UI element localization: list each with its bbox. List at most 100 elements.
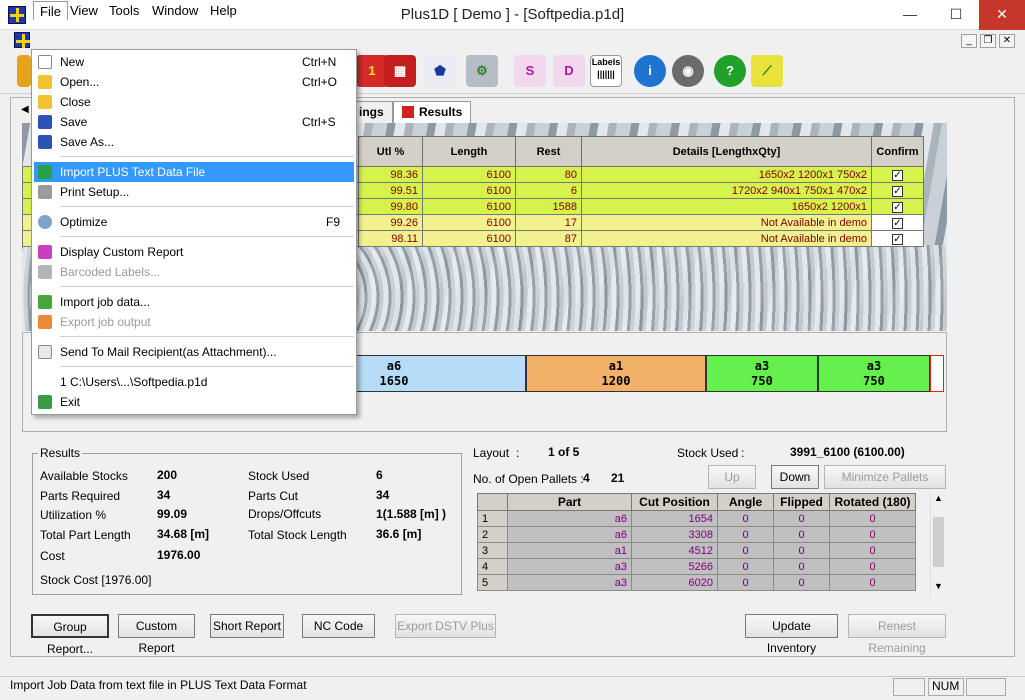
cell-angle: 0 — [717, 574, 774, 591]
menu-separator — [60, 236, 354, 237]
menu-view[interactable]: View — [64, 1, 104, 20]
value: 34 — [376, 488, 390, 502]
maximize-button[interactable]: ☐ — [933, 0, 979, 30]
col-utl[interactable]: Utl % — [358, 136, 423, 167]
menu-save[interactable]: Save Ctrl+S — [34, 112, 354, 132]
mdi-close-button[interactable]: ✕ — [999, 34, 1015, 48]
menu-save-as[interactable]: Save As... — [34, 132, 354, 152]
app-icon[interactable] — [8, 6, 26, 24]
short-report-icon[interactable]: S — [514, 55, 546, 87]
save-disk-icon — [38, 115, 52, 129]
cell-flipped: 0 — [773, 542, 830, 559]
nc-code-button[interactable]: NC Code — [302, 614, 375, 638]
confirm-checkbox[interactable]: ✓ — [892, 185, 903, 197]
col-rotated[interactable]: Rotated (180) — [829, 493, 916, 511]
minimize-button[interactable]: — — [887, 0, 933, 30]
detail-report-icon[interactable]: D — [553, 55, 585, 87]
mdi-restore-button[interactable]: ❐ — [980, 34, 996, 48]
up-button[interactable]: Up — [708, 465, 756, 489]
info-icon[interactable]: i — [634, 55, 666, 87]
down-button[interactable]: Down — [771, 465, 819, 489]
renest-remaining-button[interactable]: Renest Remaining — [848, 614, 946, 655]
label: Cost — [40, 549, 65, 563]
menu-new[interactable]: New Ctrl+N — [34, 52, 354, 72]
col-confirm[interactable]: Confirm — [871, 136, 924, 167]
menu-exit[interactable]: Exit — [34, 392, 354, 412]
minimize-pallets-button[interactable]: Minimize Pallets — [824, 465, 946, 489]
menu-file[interactable]: File — [33, 1, 68, 20]
cell-angle: 0 — [717, 526, 774, 543]
menu-help[interactable]: Help — [204, 1, 243, 20]
new-tool-icon[interactable] — [17, 55, 31, 87]
confirm-checkbox[interactable]: ✓ — [892, 201, 903, 213]
row-index: 2 — [477, 526, 508, 543]
short-report-button[interactable]: Short Report — [210, 614, 284, 638]
menu-import-job[interactable]: Import job data... — [34, 292, 354, 312]
doc-icon[interactable] — [14, 32, 30, 48]
label: Drops/Offcuts — [248, 507, 322, 521]
scroll-down-icon[interactable]: ▼ — [931, 581, 946, 591]
tab-results-label: Results — [419, 105, 463, 119]
group-report-button[interactable]: Group Report... — [31, 614, 109, 656]
col-cut-position[interactable]: Cut Position — [631, 493, 718, 511]
video-icon[interactable]: ◉ — [672, 55, 704, 87]
col-angle[interactable]: Angle — [717, 493, 774, 511]
col-length[interactable]: Length — [422, 136, 516, 167]
layout-grid-icon[interactable]: ▦ — [384, 55, 416, 87]
mdi-minimize-button[interactable]: _ — [961, 34, 977, 48]
menu-custom-report[interactable]: Display Custom Report — [34, 242, 354, 262]
col-flipped[interactable]: Flipped — [773, 493, 830, 511]
col-rest[interactable]: Rest — [515, 136, 582, 167]
cell-utl: 98.11 — [358, 230, 423, 247]
menu-open[interactable]: Open... Ctrl+O — [34, 72, 354, 92]
menu-export-job[interactable]: Export job output — [34, 312, 354, 332]
layout-bar-a1[interactable]: a1 1200 — [526, 355, 706, 392]
menu-send-mail[interactable]: Send To Mail Recipient(as Attachment)... — [34, 342, 354, 362]
table-row[interactable]: 2 a6 3308 0 0 0 — [477, 526, 916, 543]
menu-barcoded-labels[interactable]: Barcoded Labels... — [34, 262, 354, 282]
import-icon[interactable]: ⟋ — [751, 55, 783, 87]
confirm-checkbox[interactable]: ✓ — [892, 233, 903, 245]
cell-cut-position: 3308 — [631, 526, 718, 543]
layout-bar-a3[interactable]: a3 750 — [706, 355, 818, 392]
table-row[interactable]: 4 a3 5266 0 0 0 — [477, 558, 916, 575]
menu-bar — [0, 30, 1025, 50]
label: Available Stocks — [40, 469, 128, 483]
menu-recent-file[interactable]: 1 C:\Users\...\Softpedia.p1d — [34, 372, 354, 392]
col-details[interactable]: Details [LengthxQty] — [581, 136, 872, 167]
optimize-gear-icon[interactable]: ⚙ — [466, 55, 498, 87]
update-inventory-button[interactable]: Update Inventory — [745, 614, 838, 655]
parts-scrollbar[interactable]: ▲ ▼ — [930, 493, 946, 597]
menu-close[interactable]: Close — [34, 92, 354, 112]
menu-optimize[interactable]: Optimize F9 — [34, 212, 354, 232]
menu-print-setup[interactable]: Print Setup... — [34, 182, 354, 202]
col-part[interactable]: Part — [507, 493, 632, 511]
export-dstv-button[interactable]: Export DSTV Plus — [395, 614, 496, 638]
menu-tools[interactable]: Tools — [103, 1, 145, 20]
row-index: 5 — [477, 574, 508, 591]
table-row[interactable]: 3 a1 4512 0 0 0 — [477, 542, 916, 559]
menu-import-plus[interactable]: Import PLUS Text Data File — [34, 162, 354, 182]
table-row[interactable]: 5 a3 6020 0 0 0 — [477, 574, 916, 591]
paint-icon[interactable]: ⬟ — [424, 55, 456, 87]
cell-details: 1720x2 940x1 750x1 470x2 — [581, 182, 872, 199]
labels-icon[interactable]: Labels ||||||| — [590, 55, 622, 87]
close-button[interactable]: ✕ — [979, 0, 1025, 30]
cell-length: 6100 — [422, 198, 516, 215]
table-row[interactable]: 1 a6 1654 0 0 0 — [477, 510, 916, 527]
confirm-checkbox[interactable]: ✓ — [892, 169, 903, 181]
cell-rotated: 0 — [829, 542, 916, 559]
value: 1(1.588 [m] ) — [376, 507, 447, 521]
help-icon[interactable]: ? — [714, 55, 746, 87]
confirm-checkbox[interactable]: ✓ — [892, 217, 903, 229]
scroll-up-icon[interactable]: ▲ — [931, 493, 946, 503]
menu-window[interactable]: Window — [146, 1, 204, 20]
label: Stock Used — [248, 469, 310, 483]
cell-flipped: 0 — [773, 558, 830, 575]
custom-report-button[interactable]: Custom Report — [118, 614, 195, 655]
export-job-icon — [38, 315, 52, 329]
cell-utl: 99.80 — [358, 198, 423, 215]
tab-results[interactable]: Results — [393, 101, 472, 123]
scroll-thumb[interactable] — [933, 517, 944, 567]
layout-bar-a3[interactable]: a3 750 — [818, 355, 930, 392]
